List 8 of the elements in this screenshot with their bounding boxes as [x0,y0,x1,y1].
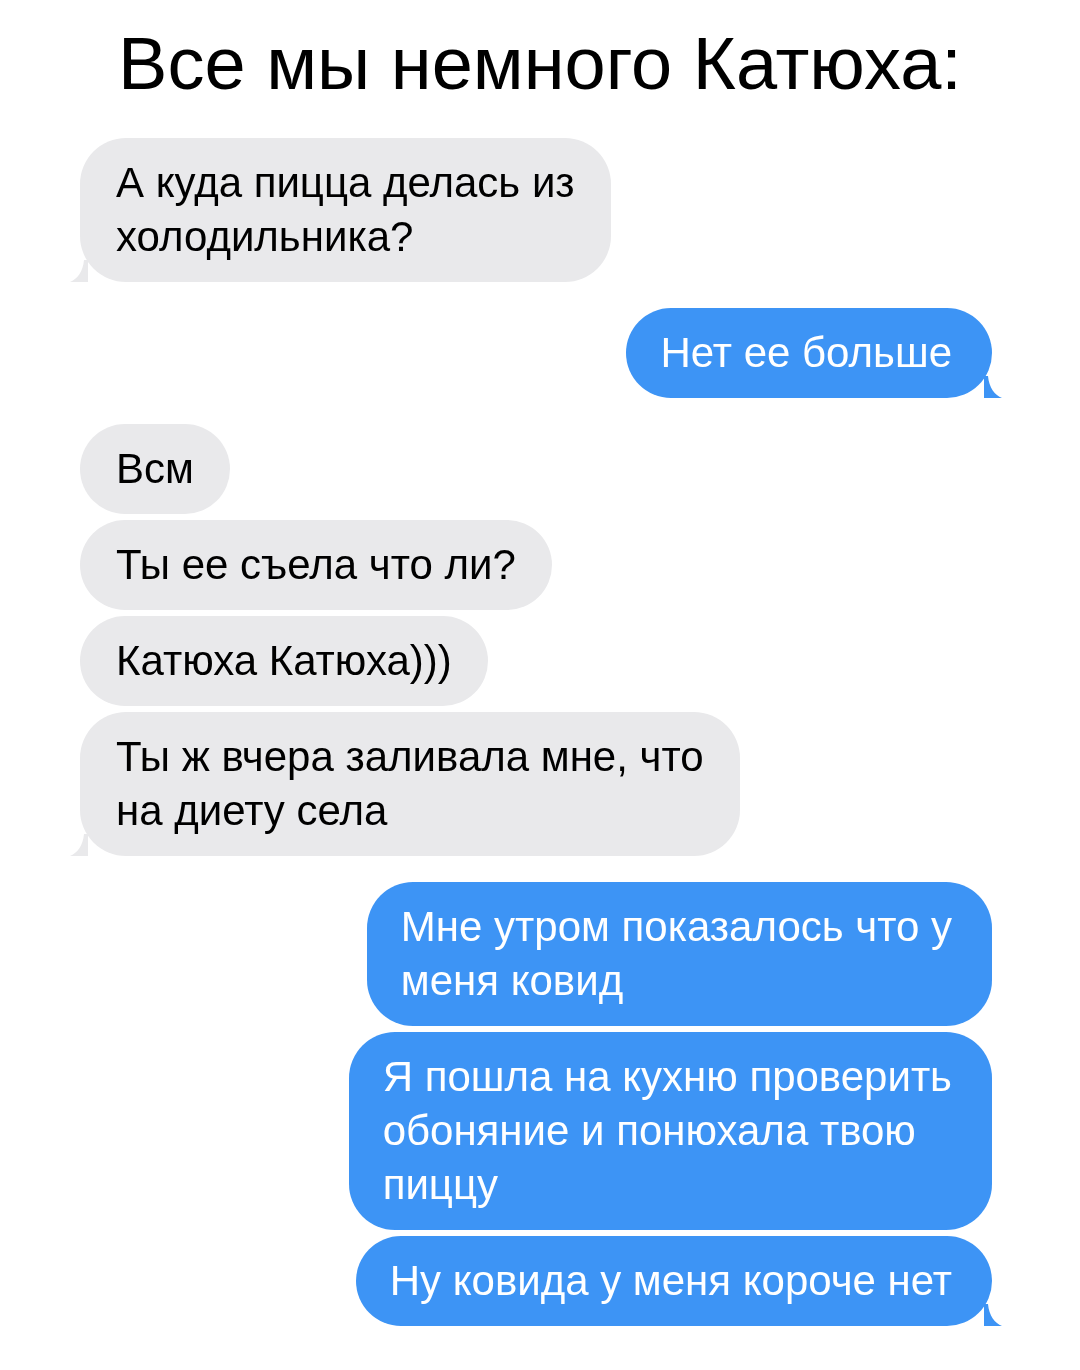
meme-title: Все мы немного Катюха: [117,21,963,107]
message-bubble: Мне утром показалось что у меня ковид [366,882,992,1026]
bubble-tail-icon [984,376,1002,398]
message-bubble: Катюха Катюха))) [80,616,488,706]
message-bubble: Ты ее съела что ли? [80,520,552,610]
message-bubble: Всм [80,424,230,514]
bubble-tail-icon [984,1304,1002,1326]
message-bubble: Я пошла на кухню проверить обоняние и понюхала твою пиццу [348,1032,992,1230]
